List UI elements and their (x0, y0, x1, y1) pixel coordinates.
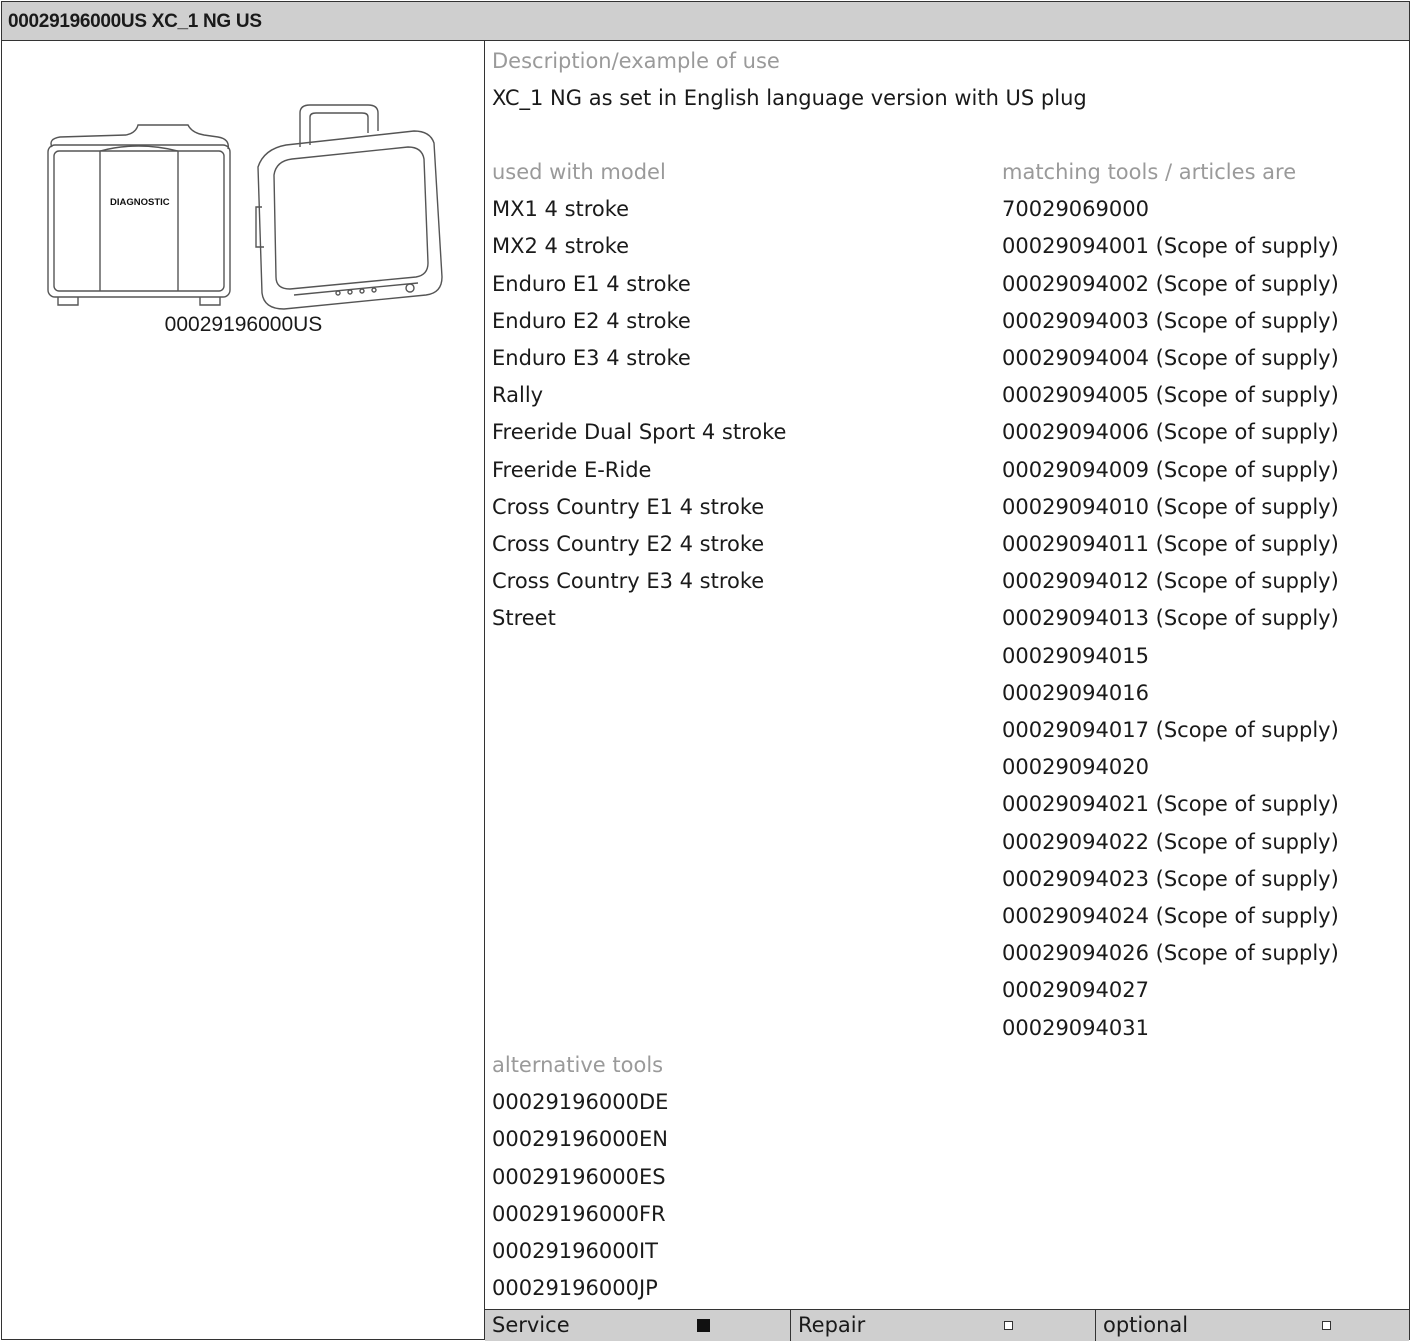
service-checkbox (697, 1319, 710, 1332)
alternative-tool-item: 00029196000IT (492, 1239, 658, 1264)
model-item: Enduro E3 4 stroke (492, 346, 691, 371)
matching-tool-item: 00029094023 (Scope of supply) (1002, 866, 1339, 891)
alternative-tool-item: 00029196000DE (492, 1090, 669, 1115)
model-item: Freeride Dual Sport 4 stroke (492, 420, 787, 445)
matching-tool-item: 00029094026 (Scope of supply) (1002, 941, 1339, 966)
alternative-tool-item: 00029196000JP (492, 1276, 658, 1301)
model-item: Freeride E-Ride (492, 457, 652, 482)
matching-tool-item: 00029094017 (Scope of supply) (1002, 718, 1339, 743)
category-footer: Service Repair optional (485, 1309, 1409, 1341)
matching-tool-item: 00029094020 (1002, 755, 1149, 780)
matching-tool-item: 00029094002 (Scope of supply) (1002, 271, 1339, 296)
matching-tools-label: matching tools / articles are (1002, 160, 1297, 184)
alternative-tools-label: alternative tools (492, 1053, 664, 1077)
matching-tool-item: 00029094015 (1002, 643, 1149, 668)
matching-tool-item: 00029094003 (Scope of supply) (1002, 308, 1339, 333)
matching-tool-item: 00029094031 (1002, 1015, 1149, 1040)
matching-tool-item: 00029094013 (Scope of supply) (1002, 606, 1339, 631)
case-label: DIAGNOSTIC (110, 197, 170, 208)
model-item: Cross Country E2 4 stroke (492, 532, 765, 557)
description-text: XC_1 NG as set in English language versi… (492, 86, 1087, 111)
model-item: Rally (492, 383, 544, 408)
alternative-tool-item: 00029196000ES (492, 1164, 666, 1189)
repair-checkbox (1004, 1321, 1013, 1330)
matching-tool-item: 00029094009 (Scope of supply) (1002, 457, 1339, 482)
image-panel: DIAGNOSTIC 00029196000US (2, 41, 485, 1340)
matching-tool-item: 00029094010 (Scope of supply) (1002, 494, 1339, 519)
tablet-illustration (255, 104, 443, 310)
alternative-tool-item: 00029196000FR (492, 1201, 666, 1226)
models-list: MX1 4 stroke MX2 4 stroke Enduro E1 4 st… (492, 191, 786, 637)
matching-tool-item: 00029094006 (Scope of supply) (1002, 420, 1339, 445)
repair-label: Repair (798, 1313, 866, 1337)
matching-tool-item: 00029094001 (Scope of supply) (1002, 234, 1339, 259)
matching-tool-item: 00029094004 (Scope of supply) (1002, 346, 1339, 371)
optional-label: optional (1103, 1313, 1189, 1337)
optional-checkbox (1322, 1321, 1331, 1330)
service-label: Service (492, 1313, 570, 1337)
matching-tool-item: 00029094027 (1002, 978, 1149, 1003)
matching-tool-item: 00029094016 (1002, 680, 1149, 705)
model-item: Enduro E2 4 stroke (492, 308, 691, 333)
alternative-tools-list: 00029196000DE 00029196000EN 00029196000E… (492, 1084, 668, 1307)
matching-tools-section: matching tools / articles are 7002906900… (1002, 154, 1339, 1047)
service-cell: Service (485, 1310, 791, 1341)
model-item: Enduro E1 4 stroke (492, 271, 691, 296)
sheet-header: 00029196000US XC_1 NG US (2, 2, 1409, 41)
model-item: Street (492, 606, 556, 631)
repair-cell: Repair (791, 1310, 1096, 1341)
sheet-title: 00029196000US XC_1 NG US (8, 11, 262, 32)
part-number-caption: 00029196000US (164, 313, 323, 336)
model-item: MX2 4 stroke (492, 234, 630, 259)
optional-cell: optional (1096, 1310, 1409, 1341)
matching-tools-list: 70029069000 00029094001 (Scope of supply… (1002, 191, 1339, 1047)
matching-tool-item: 70029069000 (1002, 197, 1149, 222)
models-label: used with model (492, 160, 666, 184)
models-section: used with model MX1 4 stroke MX2 4 strok… (492, 154, 786, 638)
matching-tool-item: 00029094021 (Scope of supply) (1002, 792, 1339, 817)
model-item: Cross Country E1 4 stroke (492, 494, 765, 519)
matching-tool-item: 00029094022 (Scope of supply) (1002, 829, 1339, 854)
alternative-tools-section: alternative tools 00029196000DE 00029196… (492, 1047, 668, 1307)
alternative-tool-item: 00029196000EN (492, 1127, 668, 1152)
matching-tool-item: 00029094012 (Scope of supply) (1002, 569, 1339, 594)
tool-sheet: 00029196000US XC_1 NG US DIAGNOSTIC 0002… (1, 1, 1410, 1341)
model-item: MX1 4 stroke (492, 197, 630, 222)
description-label: Description/example of use (492, 49, 780, 73)
description-section: Description/example of use XC_1 NG as se… (492, 43, 1087, 117)
matching-tool-item: 00029094011 (Scope of supply) (1002, 532, 1339, 557)
matching-tool-item: 00029094024 (Scope of supply) (1002, 904, 1339, 929)
matching-tool-item: 00029094005 (Scope of supply) (1002, 383, 1339, 408)
product-image: DIAGNOSTIC (47, 104, 443, 310)
details-panel: Description/example of use XC_1 NG as se… (485, 41, 1409, 1300)
case-illustration (47, 124, 231, 306)
model-item: Cross Country E3 4 stroke (492, 569, 765, 594)
